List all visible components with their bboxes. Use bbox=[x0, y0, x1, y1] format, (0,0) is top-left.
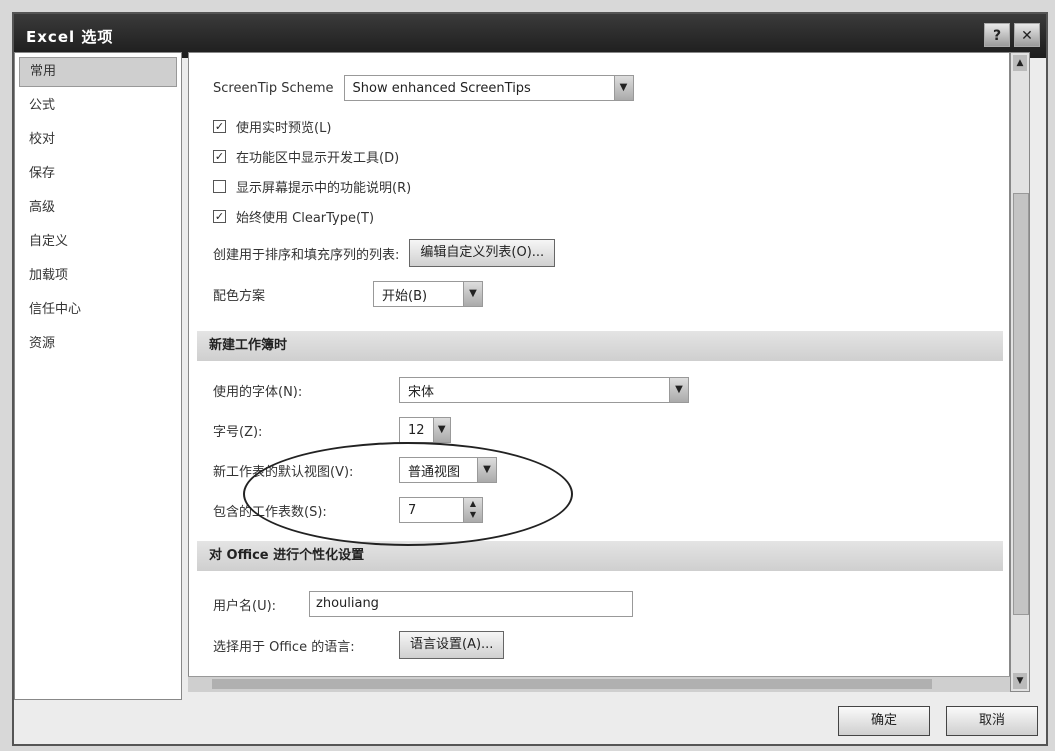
screentip-value: Show enhanced ScreenTips bbox=[352, 80, 531, 96]
chevron-down-icon[interactable]: ▼ bbox=[669, 378, 688, 402]
options-content: ScreenTip Scheme Show enhanced ScreenTip… bbox=[188, 52, 1010, 692]
language-settings-button[interactable]: 语言设置(A)... bbox=[399, 631, 505, 659]
screentip-row: ScreenTip Scheme Show enhanced ScreenTip… bbox=[213, 75, 634, 101]
font-size-label: 字号(Z): bbox=[213, 424, 263, 440]
edit-custom-lists-button[interactable]: 编辑自定义列表(O)... bbox=[409, 239, 556, 267]
checkbox-row-cleartype[interactable]: ✓ 始终使用 ClearType(T) bbox=[213, 207, 374, 226]
spinner-arrows-icon[interactable]: ▲ ▼ bbox=[463, 498, 482, 522]
nav-item-save[interactable]: 保存 bbox=[15, 157, 181, 191]
checkbox-label: 使用实时预览(L) bbox=[236, 121, 332, 136]
checkbox-cleartype[interactable]: ✓ bbox=[213, 210, 226, 223]
checkbox-row-feature-descriptions[interactable]: 显示屏幕提示中的功能说明(R) bbox=[213, 177, 411, 196]
custom-list-row: 创建用于排序和填充序列的列表: 编辑自定义列表(O)... bbox=[213, 239, 556, 267]
new-workbook-heading: 新建工作簿时 bbox=[197, 331, 1003, 361]
chevron-down-icon[interactable]: ▼ bbox=[477, 458, 496, 482]
color-scheme-select[interactable]: 开始(B) ▼ bbox=[373, 281, 483, 307]
horizontal-scrollbar[interactable] bbox=[188, 676, 1010, 692]
vertical-scroll-thumb[interactable] bbox=[1013, 193, 1029, 615]
checkbox-feature-descriptions[interactable] bbox=[213, 180, 226, 193]
nav-item-formulas[interactable]: 公式 bbox=[15, 89, 181, 123]
font-row: 使用的字体(N): 宋体 ▼ bbox=[213, 377, 689, 403]
options-nav: 常用 公式 校对 保存 高级 自定义 加载项 信任中心 资源 bbox=[14, 52, 182, 700]
nav-item-customize[interactable]: 自定义 bbox=[15, 225, 181, 259]
help-button[interactable]: ? bbox=[984, 23, 1010, 47]
color-scheme-label: 配色方案 bbox=[213, 288, 266, 304]
default-view-select[interactable]: 普通视图 ▼ bbox=[399, 457, 497, 483]
color-scheme-value: 开始(B) bbox=[382, 288, 428, 304]
default-view-label: 新工作表的默认视图(V): bbox=[213, 464, 354, 480]
checkbox-label: 在功能区中显示开发工具(D) bbox=[236, 151, 400, 166]
ok-button[interactable]: 确定 bbox=[838, 706, 930, 736]
window-title: Excel 选项 bbox=[26, 28, 114, 46]
color-scheme-row: 配色方案 开始(B) ▼ bbox=[213, 281, 483, 307]
horizontal-scroll-thumb[interactable] bbox=[212, 679, 932, 689]
nav-item-advanced[interactable]: 高级 bbox=[15, 191, 181, 225]
sheet-count-stepper[interactable]: 7 ▲ ▼ bbox=[399, 497, 483, 523]
chevron-down-icon[interactable]: ▼ bbox=[463, 282, 482, 306]
checkbox-live-preview[interactable]: ✓ bbox=[213, 120, 226, 133]
default-view-value: 普通视图 bbox=[408, 464, 461, 480]
nav-item-resources[interactable]: 资源 bbox=[15, 327, 181, 361]
font-size-select[interactable]: 12 ▼ bbox=[399, 417, 451, 443]
nav-item-proofing[interactable]: 校对 bbox=[15, 123, 181, 157]
checkbox-row-developer-tab[interactable]: ✓ 在功能区中显示开发工具(D) bbox=[213, 147, 399, 166]
default-view-row: 新工作表的默认视图(V): 普通视图 ▼ bbox=[213, 457, 497, 483]
personalize-heading: 对 Office 进行个性化设置 bbox=[197, 541, 1003, 571]
nav-item-addins[interactable]: 加载项 bbox=[15, 259, 181, 293]
scroll-down-arrow-icon[interactable]: ▼ bbox=[1013, 673, 1027, 689]
cancel-button[interactable]: 取消 bbox=[946, 706, 1038, 736]
nav-item-popular[interactable]: 常用 bbox=[19, 57, 177, 87]
checkbox-label: 始终使用 ClearType(T) bbox=[236, 211, 375, 226]
font-select[interactable]: 宋体 ▼ bbox=[399, 377, 689, 403]
username-input[interactable]: zhouliang bbox=[309, 591, 633, 617]
screentip-select[interactable]: Show enhanced ScreenTips ▼ bbox=[343, 75, 634, 101]
username-label: 用户名(U): bbox=[213, 598, 277, 614]
custom-list-label: 创建用于排序和填充序列的列表: bbox=[213, 247, 400, 263]
checkbox-label: 显示屏幕提示中的功能说明(R) bbox=[236, 181, 412, 196]
language-label: 选择用于 Office 的语言: bbox=[213, 639, 355, 655]
checkbox-row-live-preview[interactable]: ✓ 使用实时预览(L) bbox=[213, 117, 331, 136]
sheet-count-row: 包含的工作表数(S): 7 ▲ ▼ bbox=[213, 497, 483, 523]
sheet-count-value[interactable]: 7 bbox=[400, 503, 463, 518]
language-row: 选择用于 Office 的语言: 语言设置(A)... bbox=[213, 631, 505, 659]
font-size-row: 字号(Z): 12 ▼ bbox=[213, 417, 451, 443]
screentip-label: ScreenTip Scheme bbox=[213, 80, 334, 96]
username-row: 用户名(U): zhouliang bbox=[213, 591, 633, 617]
checkbox-developer-tab[interactable]: ✓ bbox=[213, 150, 226, 163]
chevron-down-icon[interactable]: ▼ bbox=[613, 76, 633, 100]
sheet-count-label: 包含的工作表数(S): bbox=[213, 504, 327, 520]
font-value: 宋体 bbox=[408, 384, 435, 400]
font-size-value: 12 bbox=[408, 422, 425, 438]
scroll-up-arrow-icon[interactable]: ▲ bbox=[1013, 55, 1027, 71]
close-button[interactable]: ✕ bbox=[1014, 23, 1040, 47]
font-label: 使用的字体(N): bbox=[213, 384, 303, 400]
nav-item-trust-center[interactable]: 信任中心 bbox=[15, 293, 181, 327]
chevron-down-icon[interactable]: ▼ bbox=[432, 418, 450, 442]
vertical-scrollbar[interactable]: ▲ ▼ bbox=[1010, 52, 1030, 692]
